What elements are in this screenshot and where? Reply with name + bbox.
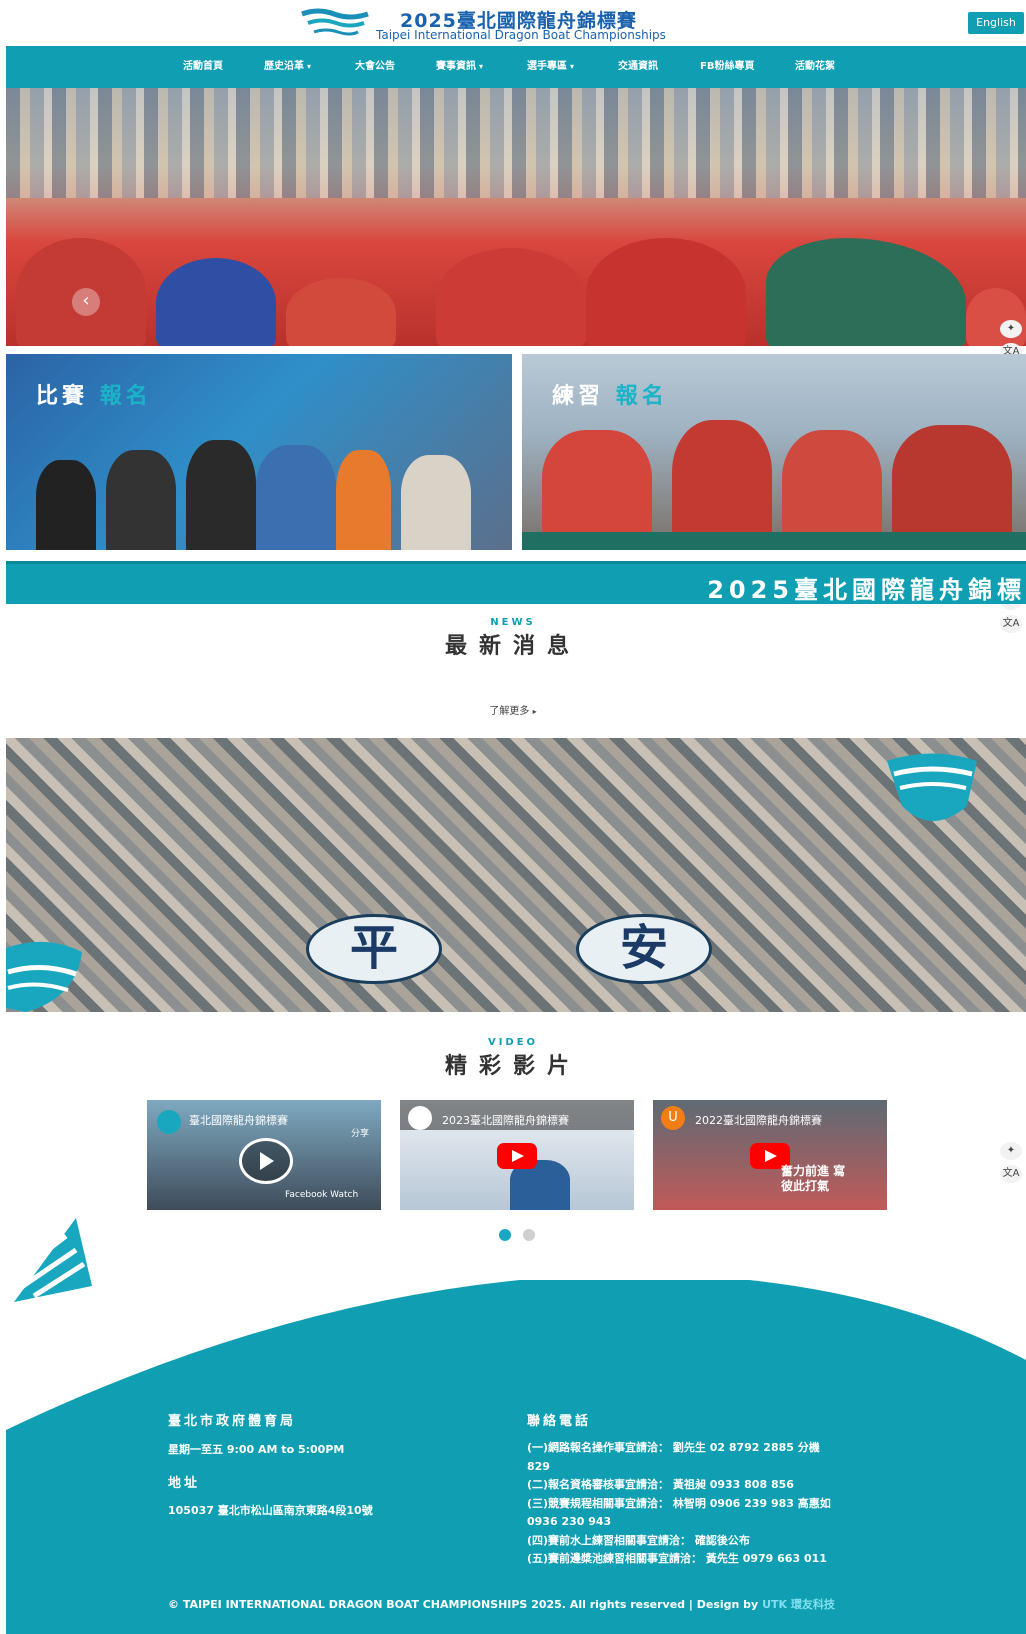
- chevron-down-icon: ▾: [570, 62, 575, 71]
- english-button[interactable]: English: [968, 12, 1024, 34]
- hero-rower: [436, 248, 586, 346]
- nav-item-label: 選手專區: [527, 61, 567, 72]
- contact-line: (三)競賽規程相關事宜請洽： 林智明 0906 239 983 高惠如: [527, 1496, 831, 1510]
- footer-org: 臺北市政府體育局: [168, 1414, 297, 1429]
- nav-item-label: 賽事資訊: [436, 61, 476, 72]
- footer-background: [6, 1280, 1026, 1634]
- chevron-right-icon: ▸: [532, 707, 537, 716]
- play-icon[interactable]: [239, 1138, 293, 1184]
- marquee-banner: 2025臺北國際龍舟錦標: [6, 561, 1026, 604]
- video-section-label: VIDEO: [487, 1037, 539, 1048]
- video-caption: 奮力前進 寫彼此打氣: [781, 1164, 846, 1193]
- news-section-label: NEWS: [490, 617, 536, 628]
- nav-item-transport[interactable]: 交通資訊: [618, 46, 658, 88]
- card-person: [186, 440, 256, 550]
- card-person: [401, 455, 471, 550]
- footer-copyright: © TAIPEI INTERNATIONAL DRAGON BOAT CHAMP…: [168, 1598, 835, 1611]
- facebook-watch-label: Facebook Watch: [285, 1190, 359, 1200]
- nav-item-label: 大會公告: [355, 61, 395, 72]
- news-section-title: 最新消息: [444, 634, 581, 659]
- share-label[interactable]: 分享: [351, 1126, 369, 1139]
- site-header: 2025臺北國際龍舟錦標賽 Taipei International Drago…: [0, 0, 1026, 46]
- photo-seal-right: 安: [576, 914, 712, 984]
- hero-dragon-head: [766, 238, 966, 346]
- news-more-link[interactable]: 了解更多 ▸: [0, 702, 1026, 717]
- nav-item-label: 活動花絮: [795, 61, 835, 72]
- nav-item-label: FB粉絲專頁: [700, 61, 755, 72]
- carousel-dot[interactable]: [523, 1229, 535, 1241]
- hero-carousel[interactable]: ‹: [6, 88, 1026, 346]
- video-title: 2022臺北國際龍舟錦標賽: [695, 1114, 822, 1127]
- video-title: 臺北國際龍舟錦標賽: [189, 1114, 288, 1127]
- nav-item-history[interactable]: 歷史沿革 ▾: [264, 46, 311, 88]
- channel-avatar: U: [661, 1106, 685, 1130]
- race-registration-card[interactable]: 比賽 報名: [6, 354, 512, 550]
- nav-item-athletes[interactable]: 選手專區 ▾: [527, 46, 574, 88]
- hero-drum: [966, 288, 1026, 346]
- footer-contact-heading: 聯絡電話: [527, 1414, 592, 1429]
- hero-rower: [156, 258, 276, 346]
- nav-item-gallery[interactable]: 活動花絮: [795, 46, 835, 88]
- slider-prev-icon[interactable]: ‹: [72, 288, 100, 316]
- boat-hull: [522, 532, 1026, 550]
- nav-item-announcements[interactable]: 大會公告: [355, 46, 395, 88]
- nav-item-event-info[interactable]: 賽事資訊 ▾: [436, 46, 483, 88]
- sparkle-icon[interactable]: ✦: [1000, 320, 1022, 338]
- hero-crowd-image: [6, 88, 1026, 198]
- footer-address: 105037 臺北市松山區南京東路4段10號: [168, 1504, 373, 1517]
- wave-logo-icon: [6, 941, 82, 1012]
- translate-icon[interactable]: 文A: [1000, 1165, 1022, 1183]
- video-title: 2023臺北國際龍舟錦標賽: [442, 1114, 569, 1127]
- hero-rower: [286, 278, 396, 346]
- card-person: [36, 460, 96, 550]
- footer-contact-list: (一)網路報名操作事宜請洽： 劉先生 02 8792 2885 分機 829 (…: [527, 1439, 867, 1569]
- channel-avatar: [157, 1110, 181, 1134]
- crowd-photo: 平 安: [6, 738, 1026, 1012]
- carousel-dot-active[interactable]: [499, 1229, 511, 1241]
- chevron-down-icon: ▾: [479, 62, 484, 71]
- photo-seal-left: 平: [306, 914, 442, 984]
- card-person: [336, 450, 391, 550]
- video-card-2023[interactable]: 2023臺北國際龍舟錦標賽: [400, 1100, 634, 1210]
- practice-registration-card[interactable]: 練習 報名: [522, 354, 1026, 550]
- video-card-facebook[interactable]: 臺北國際龍舟錦標賽 分享 Facebook Watch: [147, 1100, 381, 1210]
- chevron-down-icon: ▾: [307, 62, 312, 71]
- hero-rower: [586, 238, 746, 346]
- main-nav: 活動首頁 歷史沿革 ▾ 大會公告 賽事資訊 ▾ 選手專區 ▾ 交通資訊 FB粉絲專頁 …: [6, 46, 1026, 88]
- nav-item-home[interactable]: 活動首頁: [183, 46, 223, 88]
- video-section-title: 精彩影片: [444, 1054, 581, 1079]
- contact-line: (四)賽前水上練習相關事宜請洽： 確認後公布: [527, 1533, 750, 1547]
- nav-item-facebook[interactable]: FB粉絲專頁: [700, 46, 754, 88]
- site-subtitle: Taipei International Dragon Boat Champio…: [376, 28, 666, 42]
- contact-line: 0936 230 943: [527, 1515, 612, 1528]
- designer-link[interactable]: UTK 環友科技: [762, 1598, 835, 1611]
- practice-registration-label: 練習 報名: [552, 384, 668, 409]
- contact-line: (二)報名資格審核事宜請洽： 黃祖昶 0933 808 856: [527, 1478, 794, 1491]
- contact-line: (一)網路報名操作事宜請洽： 劉先生 02 8792 2885 分機: [527, 1441, 820, 1454]
- card-person: [106, 450, 176, 550]
- channel-avatar: [408, 1106, 432, 1130]
- race-registration-label: 比賽 報名: [36, 384, 152, 409]
- logo-wave-icon[interactable]: [300, 6, 370, 40]
- card-person: [672, 420, 772, 550]
- youtube-play-icon[interactable]: [497, 1143, 537, 1169]
- wave-logo-icon: [887, 753, 977, 821]
- contact-line: 829: [527, 1459, 550, 1473]
- video-card-2022[interactable]: U 2022臺北國際龍舟錦標賽 奮力前進 寫彼此打氣: [653, 1100, 887, 1210]
- nav-item-label: 交通資訊: [618, 61, 658, 72]
- nav-item-label: 活動首頁: [183, 61, 223, 72]
- sparkle-icon[interactable]: ✦: [1000, 1142, 1022, 1160]
- footer-address-heading: 地址: [168, 1476, 201, 1491]
- card-person: [256, 445, 336, 550]
- footer-hours: 星期一至五 9:00 AM to 5:00PM: [168, 1443, 345, 1456]
- marquee-text: 2025臺北國際龍舟錦標: [707, 576, 1026, 604]
- nav-item-label: 歷史沿革: [264, 61, 304, 72]
- contact-line: (五)賽前邊槳池練習相關事宜請洽： 黃先生 0979 663 011: [527, 1552, 827, 1565]
